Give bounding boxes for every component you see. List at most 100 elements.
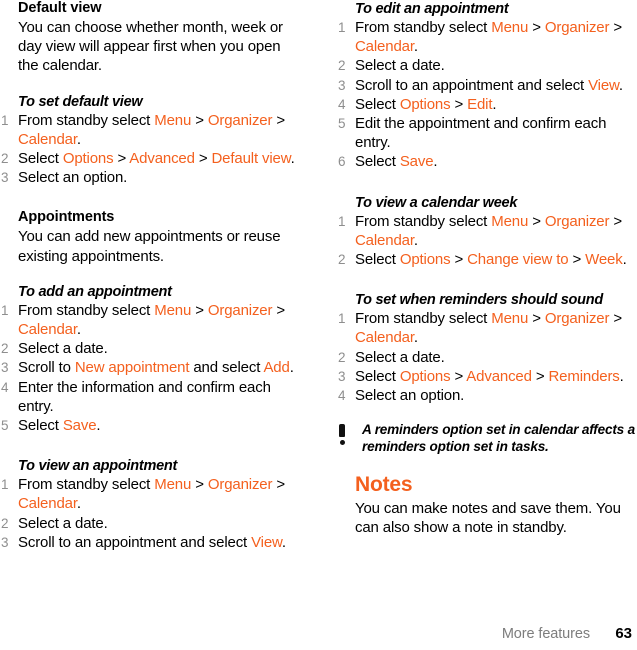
procedure-step: Scroll to an appointment and select View… xyxy=(337,76,637,96)
steps-to-view-a-calendar-week: From standby select Menu > Organizer > C… xyxy=(337,212,637,270)
heading-to-view-a-calendar-week: To view a calendar week xyxy=(355,194,518,211)
procedure-step: Select Options > Advanced > Default view… xyxy=(0,149,300,169)
steps-to-add-an-appointment: From standby select Menu > Organizer > C… xyxy=(0,301,300,436)
ui-path-token: Calendar xyxy=(18,130,77,148)
page-footer: More features 63 xyxy=(0,622,637,644)
exclamation-icon xyxy=(338,424,347,448)
ui-path-token: Week xyxy=(585,251,623,269)
heading-to-view-an-appointment: To view an appointment xyxy=(18,458,178,475)
ui-path-token: Organizer xyxy=(207,111,273,129)
step-text: Select a date. xyxy=(355,57,445,75)
heading-notes: Notes xyxy=(355,473,413,497)
step-text: . xyxy=(281,533,286,551)
procedure-step: Select Options > Edit. xyxy=(337,95,637,115)
step-text: Scroll to xyxy=(18,359,75,377)
steps-to-view-an-appointment: From standby select Menu > Organizer > C… xyxy=(0,475,300,552)
step-text: . xyxy=(76,321,81,339)
ui-path-token: Save xyxy=(399,153,434,171)
ui-path-token: Menu xyxy=(491,212,529,230)
step-text: Select a date. xyxy=(355,348,445,366)
step-text: Select an option. xyxy=(18,169,128,187)
heading-to-edit-an-appointment: To edit an appointment xyxy=(355,1,509,17)
procedure-step: Select Save. xyxy=(337,152,637,172)
ui-path-token: Organizer xyxy=(544,212,610,230)
left-column: Default view You can choose whether mont… xyxy=(0,0,300,553)
step-text: > xyxy=(450,251,468,269)
procedure-step: From standby select Menu > Organizer > C… xyxy=(0,301,300,339)
step-text: > xyxy=(194,150,212,168)
ui-path-token: Menu xyxy=(154,111,192,129)
step-text: . xyxy=(413,38,418,56)
step-text: > xyxy=(531,367,549,385)
procedure-step: Select Options > Advanced > Reminders. xyxy=(337,367,637,387)
ui-path-token: View xyxy=(588,76,619,94)
note-callout: A reminders option set in calendar affec… xyxy=(337,422,637,455)
procedure-step: Select a date. xyxy=(337,348,637,368)
step-text: . xyxy=(433,153,438,171)
step-text: Select a date. xyxy=(18,340,108,358)
step-text: > xyxy=(609,212,622,230)
ui-path-token: New appointment xyxy=(74,359,190,377)
ui-path-token: Menu xyxy=(491,19,529,36)
step-text: > xyxy=(609,19,622,36)
step-text: . xyxy=(413,231,418,249)
procedure-step: Select a date. xyxy=(0,514,300,534)
step-text: Select xyxy=(18,150,63,168)
ui-path-token: Advanced xyxy=(466,367,532,385)
ui-path-token: Default view xyxy=(211,150,291,168)
steps-to-edit-an-appointment: From standby select Menu > Organizer > C… xyxy=(337,18,637,172)
step-text: From standby select xyxy=(355,310,492,328)
procedure-step: From standby select Menu > Organizer > C… xyxy=(337,18,637,56)
ui-path-token: Add xyxy=(263,359,290,377)
ui-path-token: Calendar xyxy=(355,329,414,347)
footer-chapter-label: More features xyxy=(501,626,590,642)
procedure-step: Select an option. xyxy=(337,386,637,406)
ui-path-token: Options xyxy=(399,367,451,385)
ui-path-token: Change view to xyxy=(467,251,569,269)
step-text: . xyxy=(96,417,101,435)
step-text: . xyxy=(289,359,294,377)
step-text: . xyxy=(619,367,624,385)
procedure-step: Select Save. xyxy=(0,416,300,436)
procedure-step: Select Options > Change view to > Week. xyxy=(337,250,637,270)
ui-path-token: Organizer xyxy=(207,476,273,494)
step-text: . xyxy=(76,495,81,513)
ui-path-token: Menu xyxy=(491,310,529,328)
step-text: Select xyxy=(355,251,400,269)
ui-path-token: Organizer xyxy=(207,301,273,319)
step-text: > xyxy=(272,476,285,494)
manual-page: Default view You can choose whether mont… xyxy=(0,0,637,650)
step-text: and select xyxy=(189,359,264,377)
step-text: > xyxy=(272,301,285,319)
procedure-step: Select a date. xyxy=(337,56,637,76)
step-text: Select xyxy=(355,367,400,385)
ui-path-token: Edit xyxy=(467,95,493,113)
heading-to-set-default-view: To set default view xyxy=(18,93,143,110)
step-text: . xyxy=(290,150,295,168)
procedure-step: From standby select Menu > Organizer > C… xyxy=(0,111,300,149)
body-notes: You can make notes and save them. You ca… xyxy=(355,500,621,537)
step-text: Edit the appointment and confirm each en… xyxy=(355,115,607,152)
step-text: Select xyxy=(18,417,63,435)
step-text: > xyxy=(191,301,208,319)
step-text: Select a date. xyxy=(18,514,108,532)
procedure-step: Select a date. xyxy=(0,339,300,359)
procedure-step: Edit the appointment and confirm each en… xyxy=(337,114,637,152)
step-text: From standby select xyxy=(355,212,492,230)
heading-to-set-when-reminders-should-sound: To set when reminders should sound xyxy=(355,292,603,309)
step-text: > xyxy=(450,95,468,113)
step-text: Select an option. xyxy=(355,387,465,405)
body-appointments: You can add new appointments or reuse ex… xyxy=(18,228,281,265)
step-text: Scroll to an appointment and select xyxy=(355,76,589,94)
heading-default-view: Default view xyxy=(18,0,102,16)
step-text: From standby select xyxy=(18,111,155,129)
steps-to-set-default-view: From standby select Menu > Organizer > C… xyxy=(0,111,300,188)
step-text: . xyxy=(413,329,418,347)
step-text: From standby select xyxy=(355,19,492,36)
step-text: > xyxy=(609,310,622,328)
step-text: Select xyxy=(355,95,400,113)
